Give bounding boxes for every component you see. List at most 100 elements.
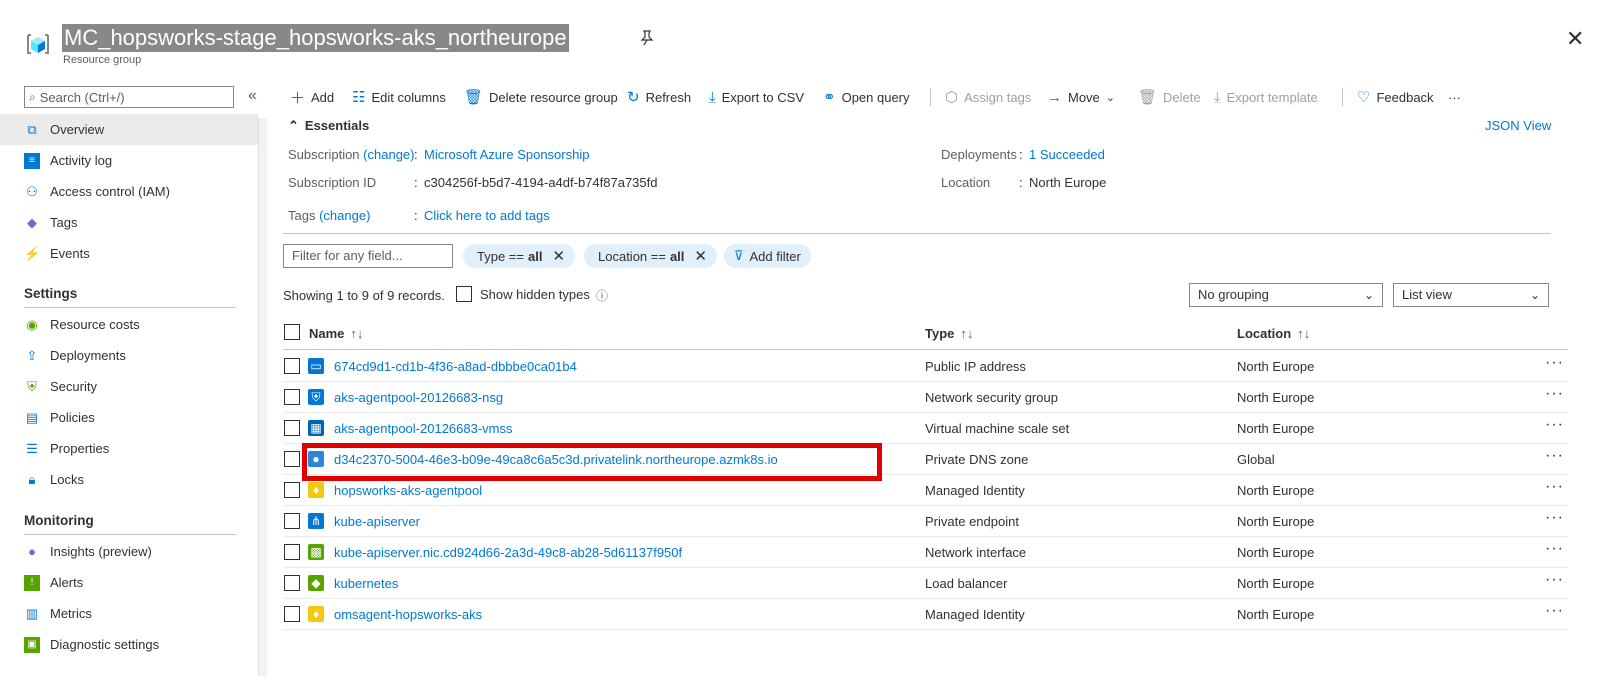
- delete-button[interactable]: 🗑︎ Delete: [1138, 86, 1201, 108]
- resource-name-link[interactable]: aks-agentpool-20126683-nsg: [334, 390, 503, 405]
- export-template-button[interactable]: ⤓ Export template: [1214, 86, 1318, 108]
- edit-columns-button[interactable]: ☷ Edit columns: [352, 86, 446, 108]
- row-checkbox[interactable]: [284, 389, 300, 405]
- resource-location: North Europe: [1237, 514, 1315, 529]
- remove-filter-icon[interactable]: ✕: [552, 247, 565, 265]
- sidebar-item-alerts[interactable]: ! Alerts: [0, 567, 258, 598]
- open-query-button[interactable]: ⚭ Open query: [823, 86, 910, 108]
- sidebar-item-locks[interactable]: 🔒︎ Locks: [0, 464, 258, 495]
- sidebar-item-label: Security: [50, 379, 97, 394]
- table-row[interactable]: ◆ kubernetes Load balancer North Europe ···: [283, 568, 1568, 599]
- resource-group-icon: [24, 30, 52, 58]
- sidebar-item-metrics[interactable]: ▥ Metrics: [0, 598, 258, 629]
- resource-name-link[interactable]: kube-apiserver.nic.cd924d66-2a3d-49c8-ab…: [334, 545, 682, 560]
- resource-name-link[interactable]: aks-agentpool-20126683-vmss: [334, 421, 513, 436]
- assign-tags-button[interactable]: ⬡ Assign tags: [945, 86, 1031, 108]
- delete-resource-group-button[interactable]: 🗑︎ Delete resource group: [464, 86, 618, 108]
- more-actions-button[interactable]: ···: [1448, 86, 1461, 108]
- tags-change-link[interactable]: (change): [319, 208, 370, 223]
- sidebar-item-properties[interactable]: ☰ Properties: [0, 433, 258, 464]
- row-more-button[interactable]: ···: [1545, 416, 1564, 434]
- essentials-toggle[interactable]: ⌃ Essentials: [288, 118, 369, 134]
- view-dropdown[interactable]: List view ⌄: [1393, 283, 1549, 307]
- collapse-sidebar-icon[interactable]: «: [248, 87, 257, 105]
- resource-type: Public IP address: [925, 359, 1026, 374]
- heart-icon: ♡: [1357, 89, 1371, 106]
- sidebar-scrollbar[interactable]: [258, 118, 267, 676]
- sidebar-item-iam[interactable]: ⚇ Access control (IAM): [0, 176, 258, 207]
- row-more-button[interactable]: ···: [1545, 571, 1564, 589]
- tag-icon: ⬡: [945, 89, 959, 106]
- table-row[interactable]: ⋔ kube-apiserver Private endpoint North Eur…: [283, 506, 1568, 537]
- sidebar-item-tags[interactable]: ◆ Tags: [0, 207, 258, 238]
- resource-name-link[interactable]: omsagent-hopsworks-aks: [334, 607, 482, 622]
- table-row[interactable]: ♦ omsagent-hopsworks-aks Managed Identity N…: [283, 599, 1568, 630]
- type-filter-pill[interactable]: Type == all ✕: [463, 244, 576, 268]
- row-more-button[interactable]: ···: [1545, 509, 1564, 527]
- sidebar-search-input[interactable]: ⌕ Search (Ctrl+/): [24, 86, 234, 108]
- sidebar-item-security[interactable]: ⛨ Security: [0, 371, 258, 402]
- row-checkbox[interactable]: [284, 451, 300, 467]
- pin-icon[interactable]: [640, 30, 654, 51]
- column-header-name[interactable]: Name ↑↓: [309, 326, 363, 341]
- add-filter-button[interactable]: ⊽ Add filter: [724, 244, 811, 268]
- plus-icon: ＋: [290, 89, 306, 107]
- row-more-button[interactable]: ···: [1545, 354, 1564, 372]
- sidebar-item-deployments[interactable]: ⇪ Deployments: [0, 340, 258, 371]
- table-row[interactable]: ▭ 674cd9d1-cd1b-4f36-a8ad-dbbbe0ca01b4 Pub…: [283, 351, 1568, 382]
- row-checkbox[interactable]: [284, 575, 300, 591]
- row-more-button[interactable]: ···: [1545, 478, 1564, 496]
- sidebar-item-overview[interactable]: ⧉ Overview: [0, 114, 258, 145]
- subscription-value-link[interactable]: Microsoft Azure Sponsorship: [424, 147, 589, 162]
- sidebar-item-diagnostic-settings[interactable]: ▣ Diagnostic settings: [0, 629, 258, 660]
- grouping-dropdown[interactable]: No grouping ⌄: [1189, 283, 1383, 307]
- subscription-change-link[interactable]: (change): [363, 147, 414, 162]
- cost-icon: ◉: [26, 316, 38, 332]
- resource-name-link[interactable]: 674cd9d1-cd1b-4f36-a8ad-dbbbe0ca01b4: [334, 359, 577, 374]
- row-checkbox[interactable]: [284, 482, 300, 498]
- sidebar-item-insights[interactable]: ● Insights (preview): [0, 536, 258, 567]
- location-filter-pill[interactable]: Location == all ✕: [584, 244, 717, 268]
- feedback-button[interactable]: ♡ Feedback: [1357, 86, 1434, 108]
- refresh-button[interactable]: ↻ Refresh: [627, 86, 691, 108]
- remove-filter-icon[interactable]: ✕: [694, 247, 707, 265]
- resource-name-link[interactable]: kubernetes: [334, 576, 398, 591]
- add-button[interactable]: ＋ Add: [290, 86, 334, 108]
- row-more-button[interactable]: ···: [1545, 602, 1564, 620]
- select-all-checkbox[interactable]: [284, 324, 300, 340]
- add-tags-link[interactable]: Click here to add tags: [424, 208, 550, 223]
- close-icon[interactable]: ✕: [1566, 26, 1584, 52]
- colon: :: [414, 147, 418, 162]
- sidebar-item-events[interactable]: ⚡ Events: [0, 238, 258, 269]
- info-icon[interactable]: ⓘ: [596, 287, 608, 304]
- move-button[interactable]: → Move ⌄: [1047, 86, 1115, 108]
- resource-name-link[interactable]: hopsworks-aks-agentpool: [334, 483, 482, 498]
- deployments-value-link[interactable]: 1 Succeeded: [1029, 147, 1105, 162]
- row-checkbox[interactable]: [284, 544, 300, 560]
- row-checkbox[interactable]: [284, 358, 300, 374]
- column-header-location[interactable]: Location ↑↓: [1237, 326, 1310, 341]
- resource-name-link[interactable]: kube-apiserver: [334, 514, 420, 529]
- sidebar-item-label: Overview: [50, 122, 105, 137]
- row-more-button[interactable]: ···: [1545, 447, 1564, 465]
- row-more-button[interactable]: ···: [1545, 540, 1564, 558]
- row-more-button[interactable]: ···: [1545, 385, 1564, 403]
- filter-input[interactable]: Filter for any field...: [283, 244, 453, 268]
- json-view-link[interactable]: JSON View: [1485, 118, 1551, 133]
- row-checkbox[interactable]: [284, 513, 300, 529]
- assign-tags-label: Assign tags: [964, 89, 1032, 105]
- sidebar-item-resource-costs[interactable]: ◉ Resource costs: [0, 309, 258, 340]
- sidebar-item-policies[interactable]: ▤ Policies: [0, 402, 258, 433]
- row-checkbox[interactable]: [284, 606, 300, 622]
- export-csv-button[interactable]: ⤓ Export to CSV: [709, 86, 804, 108]
- row-checkbox[interactable]: [284, 420, 300, 436]
- sidebar-item-label: Alerts: [50, 575, 84, 590]
- arrow-right-icon: →: [1047, 88, 1062, 106]
- sidebar-item-activity-log[interactable]: ≡ Activity log: [0, 145, 258, 176]
- table-row[interactable]: ⛨ aks-agentpool-20126683-nsg Network secur…: [283, 382, 1568, 413]
- table-row[interactable]: ▩ kube-apiserver.nic.cd924d66-2a3d-49c8-a…: [283, 537, 1568, 568]
- column-header-type[interactable]: Type ↑↓: [925, 326, 973, 341]
- show-hidden-checkbox[interactable]: [456, 286, 472, 302]
- lightning-icon: ⚡: [24, 245, 41, 261]
- table-row[interactable]: ▦ aks-agentpool-20126683-vmss Virtual mach…: [283, 413, 1568, 444]
